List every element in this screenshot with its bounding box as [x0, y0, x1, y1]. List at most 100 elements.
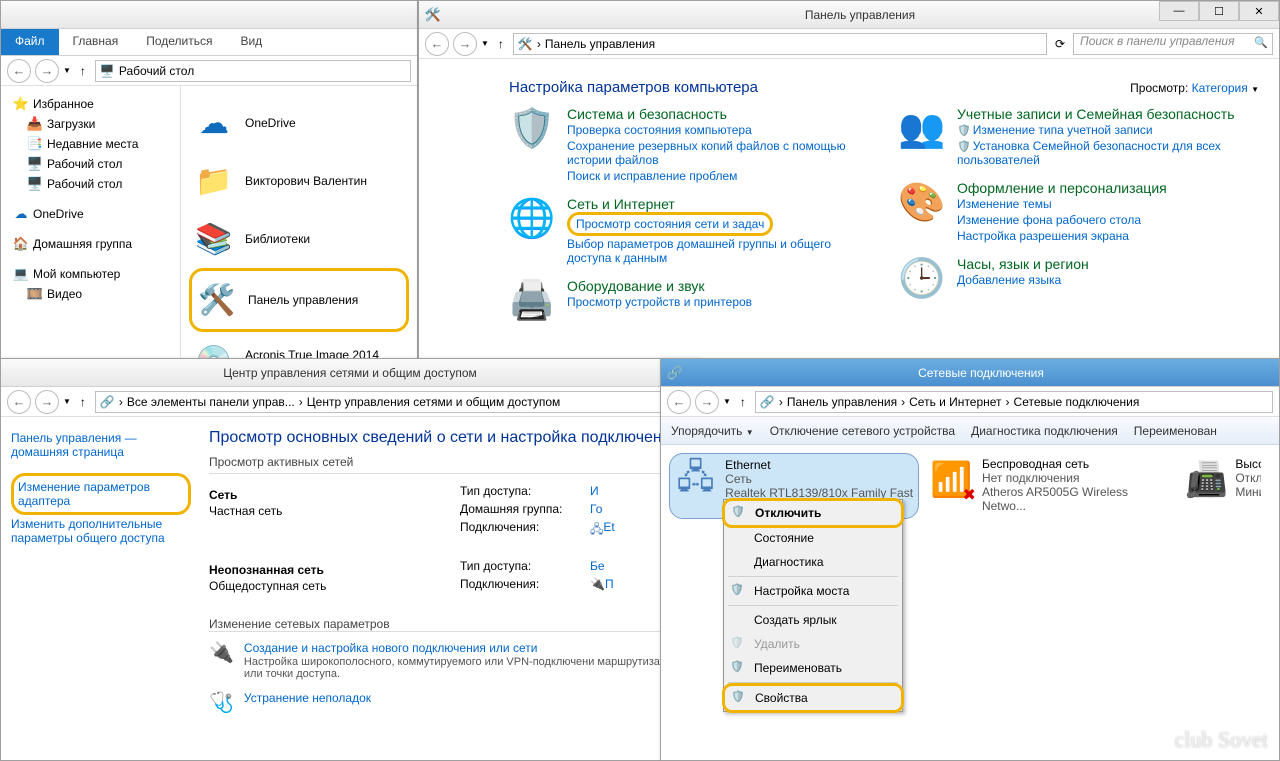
link-account-type[interactable]: 🛡️Изменение типа учетной записи: [957, 122, 1259, 138]
tree-downloads[interactable]: 📥Загрузки: [5, 114, 176, 134]
link-new-connection[interactable]: Создание и настройка нового подключения …: [244, 640, 691, 656]
breadcrumb-segment[interactable]: Панель управления: [545, 37, 655, 51]
up-button[interactable]: ↑: [735, 395, 751, 409]
link-connection[interactable]: Et: [603, 520, 614, 541]
link-resolution[interactable]: Настройка разрешения экрана: [957, 228, 1167, 244]
link-security[interactable]: Система и безопасность: [567, 106, 727, 122]
link-connection2[interactable]: П: [605, 577, 614, 591]
link-clock[interactable]: Часы, язык и регион: [957, 256, 1089, 272]
breadcrumb-location[interactable]: Рабочий стол: [119, 64, 194, 78]
link-cp-home[interactable]: Панель управления — домашняя страница: [11, 429, 191, 461]
desktop-icon: 🖥️: [27, 156, 43, 172]
history-dropdown-icon[interactable]: ▼: [481, 39, 489, 48]
back-button[interactable]: ←: [7, 390, 31, 414]
tree-videos[interactable]: 🎞️Видео: [5, 284, 176, 304]
tab-share[interactable]: Поделиться: [132, 29, 226, 55]
nc-breadcrumb[interactable]: 🔗 › Все элементы панели управ... › Центр…: [95, 391, 693, 413]
link-add-language[interactable]: Добавление языка: [957, 272, 1089, 288]
tb-disable[interactable]: Отключение сетевого устройства: [770, 424, 955, 438]
tree-desktop2[interactable]: 🖥️Рабочий стол: [5, 174, 176, 194]
tree-homegroup[interactable]: 🏠Домашняя группа: [5, 234, 176, 254]
tree-computer[interactable]: 💻Мой компьютер: [5, 264, 176, 284]
menu-rename[interactable]: 🛡️Переименовать: [724, 656, 902, 680]
close-button[interactable]: ✕: [1239, 1, 1279, 21]
link-hardware[interactable]: Оборудование и звук: [567, 278, 705, 294]
nc-troubleshoot-row: 🩺 Устранение неполадок: [209, 680, 691, 715]
adapter-highspeed[interactable]: 📠 Высо... Откл Мини...: [1181, 453, 1261, 519]
history-dropdown-icon[interactable]: ▼: [63, 397, 71, 406]
history-dropdown-icon[interactable]: ▼: [63, 66, 71, 75]
tb-diagnose[interactable]: Диагностика подключения: [971, 424, 1118, 438]
breadcrumb-segment[interactable]: Сетевые подключения: [1014, 395, 1140, 409]
back-button[interactable]: ←: [425, 32, 449, 56]
forward-button[interactable]: →: [695, 390, 719, 414]
forward-button[interactable]: →: [35, 390, 59, 414]
tab-view[interactable]: Вид: [226, 29, 276, 55]
link-sharing-settings[interactable]: Изменить дополнительные параметры общего…: [11, 515, 191, 547]
link-troubleshoot[interactable]: Устранение неполадок: [244, 690, 371, 715]
breadcrumb[interactable]: 🖥️ Рабочий стол: [95, 60, 411, 82]
nk-breadcrumb[interactable]: 🔗 › Панель управления › Сеть и Интернет …: [755, 391, 1273, 413]
menu-diagnose[interactable]: Диагностика: [724, 550, 902, 574]
cp-breadcrumb[interactable]: 🛠️ › Панель управления: [513, 33, 1047, 55]
menu-status[interactable]: Состояние: [724, 526, 902, 550]
tb-organize[interactable]: Упорядочить ▼: [671, 424, 754, 438]
menu-properties[interactable]: 🛡️Свойства: [725, 686, 901, 710]
link-homegroup[interactable]: Выбор параметров домашней группы и общег…: [567, 236, 869, 266]
network-1: Сеть Частная сеть Тип доступа:И Домашняя…: [209, 474, 691, 543]
minimize-button[interactable]: —: [1159, 1, 1199, 21]
link-security-status[interactable]: Проверка состояния компьютера: [567, 122, 869, 138]
menu-disable[interactable]: 🛡️Отключить: [725, 501, 901, 525]
up-button[interactable]: ↑: [75, 64, 91, 78]
tb-rename[interactable]: Переименован: [1134, 424, 1217, 438]
link-family-safety[interactable]: 🛡️Установка Семейной безопасности для вс…: [957, 138, 1259, 168]
cp-search[interactable]: Поиск в панели управления: [1073, 33, 1273, 55]
back-button[interactable]: ←: [7, 59, 31, 83]
link-theme[interactable]: Изменение темы: [957, 196, 1167, 212]
item-onedrive[interactable]: ☁OneDrive: [189, 94, 409, 152]
breadcrumb-segment[interactable]: Центр управления сетями и общим доступом: [307, 395, 561, 409]
link-network[interactable]: Сеть и Интернет: [567, 196, 675, 212]
forward-button[interactable]: →: [35, 59, 59, 83]
tab-file[interactable]: Файл: [1, 29, 59, 55]
back-button[interactable]: ←: [667, 390, 691, 414]
breadcrumb-segment[interactable]: Панель управления: [787, 395, 897, 409]
history-dropdown-icon[interactable]: ▼: [723, 397, 731, 406]
menu-separator: [728, 576, 898, 577]
breadcrumb-segment[interactable]: Все элементы панели управ...: [127, 395, 295, 409]
up-button[interactable]: ↑: [493, 37, 509, 51]
breadcrumb-segment[interactable]: Сеть и Интернет: [909, 395, 1001, 409]
net1-type: Частная сеть: [209, 504, 440, 524]
uac-shield-icon: 🛡️: [731, 505, 745, 518]
link-troubleshoot[interactable]: Поиск и исправление проблем: [567, 168, 869, 184]
refresh-button[interactable]: ⟳: [1051, 37, 1069, 51]
item-control-panel[interactable]: 🛠️Панель управления: [189, 268, 409, 332]
tree-recent[interactable]: 📑Недавние места: [5, 134, 176, 154]
forward-button[interactable]: →: [453, 32, 477, 56]
tree-label: Рабочий стол: [47, 177, 122, 191]
item-user[interactable]: 📁Викторович Валентин: [189, 152, 409, 210]
tree-onedrive[interactable]: ☁OneDrive: [5, 204, 176, 224]
link-appearance[interactable]: Оформление и персонализация: [957, 180, 1167, 196]
link-wallpaper[interactable]: Изменение фона рабочего стола: [957, 212, 1167, 228]
item-libraries[interactable]: 📚Библиотеки: [189, 210, 409, 268]
tree-favorites[interactable]: ⭐Избранное: [5, 94, 176, 114]
nc-body: Панель управления — домашняя страница Из…: [1, 417, 699, 757]
maximize-button[interactable]: ☐: [1199, 1, 1239, 21]
menu-bridge[interactable]: 🛡️Настройка моста: [724, 579, 902, 603]
cp-view-selector[interactable]: Просмотр: Категория ▼: [1130, 81, 1279, 95]
up-button[interactable]: ↑: [75, 395, 91, 409]
link-devices[interactable]: Просмотр устройств и принтеров: [567, 294, 752, 310]
tree-desktop1[interactable]: 🖥️Рабочий стол: [5, 154, 176, 174]
menu-shortcut[interactable]: Создать ярлык: [724, 608, 902, 632]
link-homegroup-value[interactable]: Го: [590, 502, 602, 516]
link-change-adapter[interactable]: Изменение параметров адаптера: [11, 473, 191, 515]
cat-security: 🛡️ Система и безопасность Проверка состо…: [509, 106, 869, 184]
tab-home[interactable]: Главная: [59, 29, 133, 55]
link-filehistory[interactable]: Сохранение резервных копий файлов с помо…: [567, 138, 869, 168]
adapter-wifi[interactable]: 📶✖ Беспроводная сеть Нет подключения Ath…: [925, 453, 1175, 519]
palette-icon: 🎨: [899, 180, 945, 226]
menu-separator: [728, 605, 898, 606]
link-network-status[interactable]: Просмотр состояния сети и задач: [567, 212, 773, 236]
link-accounts[interactable]: Учетные записи и Семейная безопасность: [957, 106, 1235, 122]
